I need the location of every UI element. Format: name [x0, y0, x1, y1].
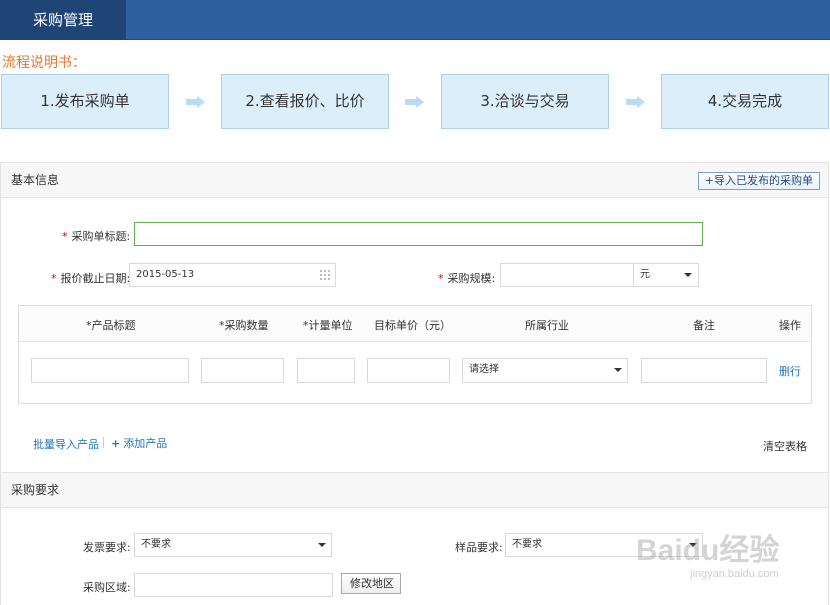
region-label: 采购区域:	[83, 581, 131, 594]
process-step-1: 1.发布采购单	[1, 74, 169, 129]
remark-input[interactable]	[641, 358, 767, 383]
required-mark: *	[438, 272, 444, 285]
arrow-right-icon	[405, 96, 425, 108]
required-mark: *	[62, 230, 68, 243]
col-operation: 操作	[779, 319, 801, 332]
invoice-label: 发票要求:	[83, 541, 131, 554]
tab-purchase-management[interactable]: 采购管理	[0, 0, 126, 40]
col-unit: *计量单位	[303, 319, 353, 332]
industry-select-value: 请选择	[469, 364, 499, 375]
region-input[interactable]	[134, 573, 333, 597]
invoice-select[interactable]: 不要求	[134, 533, 332, 557]
product-table: *产品标题 *采购数量 *计量单位 目标单价（元） 所属行业 备注 操作 请选择…	[18, 305, 812, 404]
sample-label: 样品要求:	[455, 541, 503, 554]
process-step-2: 2.查看报价、比价	[221, 74, 389, 129]
col-target-price: 目标单价（元）	[374, 319, 451, 332]
divider	[103, 437, 104, 448]
arrow-right-icon	[186, 96, 206, 108]
chevron-down-icon	[684, 273, 692, 277]
order-title-input[interactable]	[134, 222, 703, 246]
chevron-down-icon	[318, 543, 326, 547]
add-product-link[interactable]: + 添加产品	[111, 435, 167, 451]
unit-input[interactable]	[297, 358, 355, 383]
section-title: 采购要求	[1, 473, 828, 508]
purchase-scale-input[interactable]	[500, 263, 634, 287]
process-step-3: 3.洽谈与交易	[441, 74, 609, 129]
deadline-date-input[interactable]: 2015-05-13	[129, 263, 336, 287]
invoice-select-value: 不要求	[141, 539, 171, 550]
currency-value: 元	[640, 269, 650, 280]
product-title-input[interactable]	[31, 358, 189, 383]
purchase-scale-label: * 采购规模:	[438, 272, 496, 285]
delete-row-link[interactable]: 删行	[779, 363, 801, 379]
watermark-logo: Baidu经验	[636, 534, 780, 567]
import-published-order-button[interactable]: +导入已发布的采购单	[697, 172, 820, 190]
process-step-4: 4.交易完成	[661, 74, 829, 129]
calendar-icon[interactable]	[320, 270, 330, 280]
target-price-input[interactable]	[367, 358, 450, 383]
watermark-url: jingyan.baidu.com	[690, 568, 779, 580]
arrow-right-icon	[626, 96, 646, 108]
required-mark: *	[51, 272, 57, 285]
industry-select[interactable]: 请选择	[462, 358, 628, 383]
table-header: *产品标题 *采购数量 *计量单位 目标单价（元） 所属行业 备注 操作	[19, 306, 811, 342]
top-nav-bar: 采购管理	[0, 0, 830, 40]
process-title: 流程说明书：	[2, 55, 86, 71]
quantity-input[interactable]	[201, 358, 284, 383]
sample-select-value: 不要求	[512, 539, 542, 550]
order-title-label: * 采购单标题:	[62, 230, 131, 243]
col-quantity: *采购数量	[219, 319, 269, 332]
col-remark: 备注	[693, 319, 715, 332]
clear-table-link[interactable]: 清空表格	[763, 438, 807, 454]
deadline-label: * 报价截止日期:	[51, 272, 131, 285]
col-industry: 所属行业	[525, 319, 569, 332]
plus-icon: +	[111, 437, 121, 450]
edit-region-button[interactable]: 修改地区	[341, 573, 401, 594]
chevron-down-icon	[614, 368, 622, 372]
batch-import-link[interactable]: 批量导入产品	[33, 436, 99, 452]
col-product-title: *产品标题	[86, 319, 136, 332]
